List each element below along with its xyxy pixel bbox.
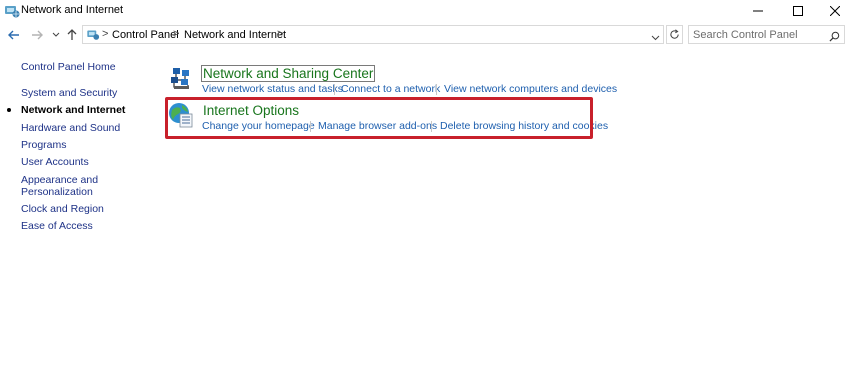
refresh-button[interactable] [666,25,683,44]
window-title: Network and Internet [21,4,124,16]
title-bar: Network and Internet [0,0,850,22]
address-dropdown-button[interactable] [651,29,660,47]
address-bar[interactable]: > Control Panel > Network and Internet > [82,25,664,44]
breadcrumb-network-and-internet[interactable]: Network and Internet [184,29,286,41]
search-icon[interactable] [829,29,840,47]
search-input[interactable] [689,26,829,43]
close-icon [829,6,840,16]
control-panel-icon [4,3,20,19]
up-button[interactable] [65,24,79,46]
active-bullet [7,108,11,112]
recent-locations-button[interactable] [50,24,62,46]
network-sharing-center-title[interactable]: Network and Sharing Center [200,65,376,82]
sidebar-item-appearance-line2[interactable]: Personalization [21,186,93,198]
breadcrumb-separator: > [277,28,284,40]
link-view-network-computers[interactable]: View network computers and devices [444,83,617,95]
minimize-button[interactable] [739,0,776,22]
arrow-up-icon [67,29,77,40]
chevron-down-icon [651,35,660,41]
sidebar-item-appearance-line1[interactable]: Appearance and [21,174,98,186]
link-view-network-status[interactable]: View network status and tasks [202,83,343,95]
arrow-right-icon [32,30,43,40]
navigation-bar: > Control Panel > Network and Internet > [0,24,850,46]
search-box [688,25,845,44]
refresh-icon [670,29,679,39]
breadcrumb-separator: > [173,28,180,40]
network-sharing-center-icon [170,67,192,96]
chevron-down-icon [52,32,60,37]
link-divider [334,84,335,95]
forward-button[interactable] [28,24,46,46]
highlight-box [165,97,593,139]
close-button[interactable] [816,0,850,22]
sidebar-item-ease-of-access[interactable]: Ease of Access [21,220,93,232]
control-panel-icon [86,28,100,46]
breadcrumb-separator: > [102,28,109,40]
link-divider [436,84,437,95]
sidebar-item-system-and-security[interactable]: System and Security [21,87,117,99]
sidebar-item-programs[interactable]: Programs [21,139,67,151]
arrow-left-icon [8,30,19,40]
back-button[interactable] [5,24,23,46]
sidebar-item-clock-and-region[interactable]: Clock and Region [21,203,104,215]
maximize-button[interactable] [779,0,816,22]
sidebar-item-user-accounts[interactable]: User Accounts [21,156,89,168]
sidebar-item-control-panel-home[interactable]: Control Panel Home [21,61,116,73]
sidebar-item-network-and-internet[interactable]: Network and Internet [21,104,125,116]
maximize-icon [792,6,803,16]
breadcrumb-control-panel[interactable]: Control Panel [112,29,179,41]
link-connect-to-network[interactable]: Connect to a network [341,83,440,95]
minimize-icon [752,10,763,12]
sidebar-item-hardware-and-sound[interactable]: Hardware and Sound [21,122,120,134]
